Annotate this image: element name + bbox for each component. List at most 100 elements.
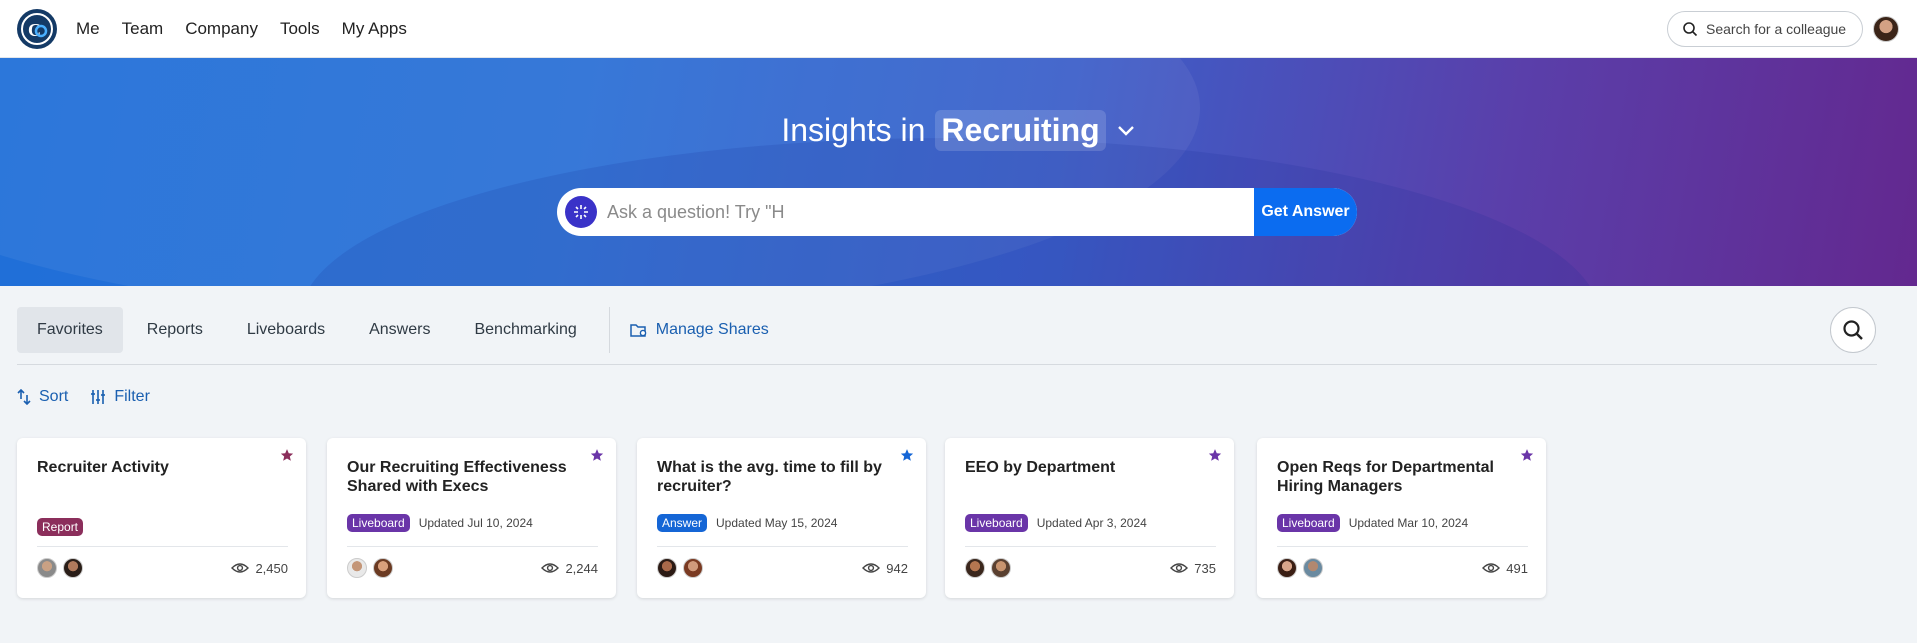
ask-question-input[interactable]	[607, 201, 1254, 223]
colleague-search-box[interactable]	[1667, 11, 1863, 47]
card-meta: Report	[37, 518, 84, 536]
card-title: Open Reqs for Departmental Hiring Manage…	[1277, 459, 1494, 495]
tabs-underline	[17, 364, 1877, 365]
view-count: 735	[1170, 561, 1216, 576]
star-icon[interactable]	[900, 448, 914, 462]
sparkle-icon	[565, 196, 597, 228]
avatar	[683, 558, 703, 578]
filter-label: Filter	[114, 388, 150, 405]
star-icon[interactable]	[1208, 448, 1222, 462]
hero-title-prefix: Insights in	[781, 112, 926, 148]
card-title: What is the avg. time to fill by recruit…	[657, 459, 882, 495]
updated-date: Updated Jul 10, 2024	[418, 516, 533, 530]
card-meta: Liveboard Updated Mar 10, 2024	[1277, 514, 1468, 532]
tab-liveboards[interactable]: Liveboards	[227, 307, 345, 353]
updated-date: Updated Apr 3, 2024	[1036, 516, 1147, 530]
hero-title: Insights in Recruiting	[0, 110, 1917, 151]
view-count-value: 942	[886, 560, 908, 576]
card-footer: 2,244	[347, 557, 598, 579]
content-search-button[interactable]	[1830, 307, 1876, 353]
nav-item-company[interactable]: Company	[185, 19, 258, 39]
avatar	[991, 558, 1011, 578]
view-count-value: 735	[1194, 560, 1216, 576]
sort-label: Sort	[39, 388, 69, 405]
updated-date: Updated Mar 10, 2024	[1348, 516, 1469, 530]
type-badge: Report	[37, 518, 84, 536]
avatar	[373, 558, 393, 578]
nav-item-me[interactable]: Me	[76, 19, 100, 39]
avatar	[657, 558, 677, 578]
manage-shares-link[interactable]: Manage Shares	[630, 321, 769, 339]
view-count: 2,450	[231, 561, 288, 576]
card-divider	[37, 546, 288, 547]
type-badge: Liveboard	[1277, 514, 1340, 532]
ask-question-bar: Get Answer	[557, 188, 1357, 236]
primary-nav: Me Team Company Tools My Apps	[76, 0, 429, 58]
star-icon[interactable]	[280, 448, 294, 462]
favorite-card-avg-time-to-fill[interactable]: What is the avg. time to fill by recruit…	[637, 438, 926, 598]
search-icon	[1683, 22, 1698, 37]
card-title: Our Recruiting Effectiveness Shared with…	[347, 459, 567, 495]
tab-favorites[interactable]: Favorites	[17, 307, 123, 353]
tab-answers[interactable]: Answers	[349, 307, 450, 353]
tab-benchmarking[interactable]: Benchmarking	[454, 307, 596, 353]
card-meta: Liveboard Updated Jul 10, 2024	[347, 514, 533, 532]
card-footer: 2,450	[37, 557, 288, 579]
view-count: 942	[862, 561, 908, 576]
view-count-value: 2,244	[565, 560, 598, 576]
type-badge: Liveboard	[347, 514, 410, 532]
star-icon[interactable]	[590, 448, 604, 462]
eye-icon	[1482, 563, 1501, 573]
card-footer: 735	[965, 557, 1216, 579]
favorite-card-eeo-by-department[interactable]: EEO by Department Liveboard Updated Apr …	[945, 438, 1234, 598]
view-count: 2,244	[541, 561, 598, 576]
user-avatar[interactable]	[1873, 16, 1899, 42]
card-divider	[347, 546, 598, 547]
search-icon	[1843, 320, 1863, 340]
manage-shares-label: Manage Shares	[655, 321, 769, 338]
view-count: 491	[1482, 561, 1528, 576]
card-title: Recruiter Activity	[37, 459, 169, 476]
get-answer-button[interactable]: Get Answer	[1254, 188, 1357, 236]
nav-item-team[interactable]: Team	[122, 19, 164, 39]
sort-button[interactable]: Sort	[17, 388, 68, 406]
nav-item-my-apps[interactable]: My Apps	[342, 19, 407, 39]
sort-icon	[17, 389, 31, 405]
avatar	[347, 558, 367, 578]
type-badge: Liveboard	[965, 514, 1028, 532]
card-meta: Answer Updated May 15, 2024	[657, 514, 837, 532]
colleague-search-input[interactable]	[1706, 21, 1856, 37]
svg-text:C: C	[28, 20, 41, 40]
filter-button[interactable]: Filter	[90, 388, 150, 406]
card-footer: 942	[657, 557, 908, 579]
favorite-card-recruiter-activity[interactable]: Recruiter Activity Report 2,450	[17, 438, 306, 598]
nav-item-tools[interactable]: Tools	[280, 19, 320, 39]
avatar	[37, 558, 57, 578]
type-badge: Answer	[657, 514, 708, 532]
company-logo-icon[interactable]: C	[17, 9, 57, 49]
tab-divider	[608, 307, 610, 353]
tab-reports[interactable]: Reports	[127, 307, 223, 353]
card-divider	[657, 546, 908, 547]
card-footer: 491	[1277, 557, 1528, 579]
folder-share-icon	[630, 324, 647, 337]
eye-icon	[862, 563, 881, 573]
avatar	[965, 558, 985, 578]
filter-sliders-icon	[91, 390, 106, 404]
content-tabs: Favorites Reports Liveboards Answers Ben…	[17, 307, 769, 353]
topic-selector[interactable]: Recruiting	[935, 110, 1106, 151]
list-toolbar: Sort Filter	[17, 388, 150, 406]
avatar	[1303, 558, 1323, 578]
eye-icon	[1170, 563, 1189, 573]
avatar	[1277, 558, 1297, 578]
eye-icon	[541, 563, 560, 573]
chevron-down-icon[interactable]	[1116, 124, 1136, 138]
view-count-value: 491	[1506, 560, 1528, 576]
insights-hero: Insights in Recruiting Get Answer	[0, 58, 1917, 286]
top-nav-bar: C Me Team Company Tools My Apps	[0, 0, 1917, 58]
star-icon[interactable]	[1520, 448, 1534, 462]
favorite-card-recruiting-effectiveness[interactable]: Our Recruiting Effectiveness Shared with…	[327, 438, 616, 598]
favorite-card-open-reqs[interactable]: Open Reqs for Departmental Hiring Manage…	[1257, 438, 1546, 598]
updated-date: Updated May 15, 2024	[716, 516, 838, 530]
card-meta: Liveboard Updated Apr 3, 2024	[965, 514, 1147, 532]
